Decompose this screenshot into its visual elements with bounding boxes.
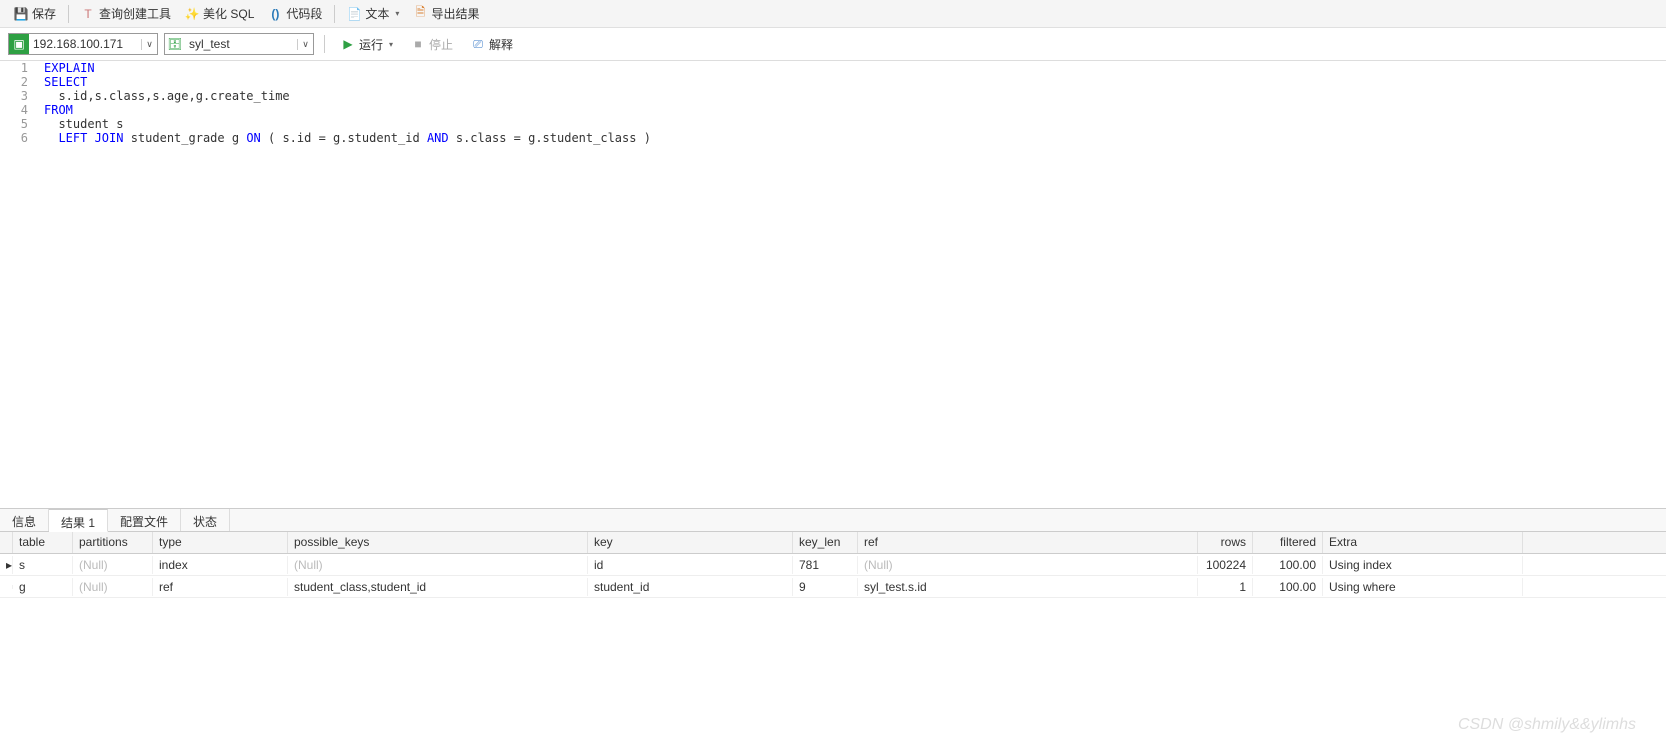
explain-icon: ⎚ bbox=[471, 37, 485, 51]
query-tool-label: 查询创建工具 bbox=[99, 5, 171, 22]
table-row[interactable]: ▸s(Null)index(Null)id781(Null)100224100.… bbox=[0, 554, 1666, 576]
tab-result-1[interactable]: 结果 1 bbox=[49, 509, 108, 532]
document-icon: 📄 bbox=[347, 7, 361, 21]
cell-ref[interactable]: (Null) bbox=[858, 556, 1198, 574]
stop-button: ■ 停止 bbox=[405, 34, 459, 55]
chevron-down-icon: ∨ bbox=[141, 39, 157, 50]
chevron-down-icon: ∨ bbox=[297, 39, 313, 50]
col-key[interactable]: key bbox=[588, 532, 793, 553]
cell-key[interactable]: student_id bbox=[588, 578, 793, 596]
watermark: CSDN @shmily&&ylimhs bbox=[1458, 716, 1636, 734]
cell-key[interactable]: id bbox=[588, 556, 793, 574]
stop-label: 停止 bbox=[429, 36, 453, 53]
database-combo[interactable]: 🗄 syl_test ∨ bbox=[164, 33, 314, 55]
cell-key_len[interactable]: 781 bbox=[793, 556, 858, 574]
sql-editor[interactable]: 123456 EXPLAINSELECT s.id,s.class,s.age,… bbox=[0, 60, 1666, 508]
tab-profile[interactable]: 配置文件 bbox=[108, 509, 181, 531]
export-icon: 🗎 bbox=[413, 7, 427, 21]
save-label: 保存 bbox=[32, 5, 56, 22]
cell-ref[interactable]: syl_test.s.id bbox=[858, 578, 1198, 596]
grid-header: table partitions type possible_keys key … bbox=[0, 532, 1666, 554]
beautify-sql-button[interactable]: ✨ 美化 SQL bbox=[179, 3, 260, 24]
save-button[interactable]: 💾 保存 bbox=[8, 3, 62, 24]
cell-rows[interactable]: 100224 bbox=[1198, 556, 1253, 574]
run-button[interactable]: ▶ 运行 ▾ bbox=[335, 34, 399, 55]
separator bbox=[334, 5, 335, 23]
cell-filtered[interactable]: 100.00 bbox=[1253, 556, 1323, 574]
query-tool-button[interactable]: T 查询创建工具 bbox=[75, 3, 177, 24]
export-button[interactable]: 🗎 导出结果 bbox=[407, 3, 485, 24]
col-filtered[interactable]: filtered bbox=[1253, 532, 1323, 553]
result-tabs: 信息 结果 1 配置文件 状态 bbox=[0, 508, 1666, 532]
cell-type[interactable]: index bbox=[153, 556, 288, 574]
magic-icon: ✨ bbox=[185, 7, 199, 21]
cell-possible_keys[interactable]: (Null) bbox=[288, 556, 588, 574]
parentheses-icon: () bbox=[268, 7, 282, 21]
row-marker: ▸ bbox=[0, 556, 13, 574]
line-gutter: 123456 bbox=[0, 61, 38, 508]
connection-icon: ▣ bbox=[9, 34, 29, 54]
col-possible-keys[interactable]: possible_keys bbox=[288, 532, 588, 553]
cell-partitions[interactable]: (Null) bbox=[73, 578, 153, 596]
play-icon: ▶ bbox=[341, 37, 355, 51]
text-button[interactable]: 📄 文本 ▾ bbox=[341, 3, 405, 24]
table-row[interactable]: g(Null)refstudent_class,student_idstuden… bbox=[0, 576, 1666, 598]
explain-label: 解释 bbox=[489, 36, 513, 53]
cell-filtered[interactable]: 100.00 bbox=[1253, 578, 1323, 596]
dropdown-icon: ▾ bbox=[389, 40, 393, 49]
separator bbox=[68, 5, 69, 23]
col-extra[interactable]: Extra bbox=[1323, 532, 1523, 553]
export-label: 导出结果 bbox=[431, 5, 479, 22]
tab-status[interactable]: 状态 bbox=[181, 509, 230, 531]
cell-type[interactable]: ref bbox=[153, 578, 288, 596]
query-tool-icon: T bbox=[81, 7, 95, 21]
col-type[interactable]: type bbox=[153, 532, 288, 553]
cell-table[interactable]: g bbox=[13, 578, 73, 596]
database-text: syl_test bbox=[185, 37, 297, 51]
cell-rows[interactable]: 1 bbox=[1198, 578, 1253, 596]
host-combo[interactable]: ▣ 192.168.100.171 ∨ bbox=[8, 33, 158, 55]
tab-info[interactable]: 信息 bbox=[0, 509, 49, 531]
save-icon: 💾 bbox=[14, 7, 28, 21]
run-label: 运行 bbox=[359, 36, 383, 53]
cell-possible_keys[interactable]: student_class,student_id bbox=[288, 578, 588, 596]
cell-partitions[interactable]: (Null) bbox=[73, 556, 153, 574]
separator bbox=[324, 35, 325, 53]
cell-extra[interactable]: Using index bbox=[1323, 556, 1523, 574]
col-ref[interactable]: ref bbox=[858, 532, 1198, 553]
dropdown-icon: ▾ bbox=[395, 9, 399, 18]
row-marker bbox=[0, 585, 13, 589]
code-area[interactable]: EXPLAINSELECT s.id,s.class,s.age,g.creat… bbox=[38, 61, 1666, 508]
cell-extra[interactable]: Using where bbox=[1323, 578, 1523, 596]
database-icon: 🗄 bbox=[165, 34, 185, 54]
explain-button[interactable]: ⎚ 解释 bbox=[465, 34, 519, 55]
beautify-label: 美化 SQL bbox=[203, 5, 254, 22]
host-text: 192.168.100.171 bbox=[29, 37, 141, 51]
col-table[interactable]: table bbox=[13, 532, 73, 553]
col-rows[interactable]: rows bbox=[1198, 532, 1253, 553]
result-grid: table partitions type possible_keys key … bbox=[0, 532, 1666, 598]
cell-table[interactable]: s bbox=[13, 556, 73, 574]
main-toolbar: 💾 保存 T 查询创建工具 ✨ 美化 SQL () 代码段 📄 文本 ▾ 🗎 导… bbox=[0, 0, 1666, 28]
col-partitions[interactable]: partitions bbox=[73, 532, 153, 553]
code-snippet-button[interactable]: () 代码段 bbox=[262, 3, 328, 24]
col-key-len[interactable]: key_len bbox=[793, 532, 858, 553]
snippet-label: 代码段 bbox=[286, 5, 322, 22]
cell-key_len[interactable]: 9 bbox=[793, 578, 858, 596]
text-label: 文本 bbox=[365, 5, 389, 22]
row-handle-header bbox=[0, 532, 13, 553]
stop-icon: ■ bbox=[411, 37, 425, 51]
connection-bar: ▣ 192.168.100.171 ∨ 🗄 syl_test ∨ ▶ 运行 ▾ … bbox=[0, 28, 1666, 60]
